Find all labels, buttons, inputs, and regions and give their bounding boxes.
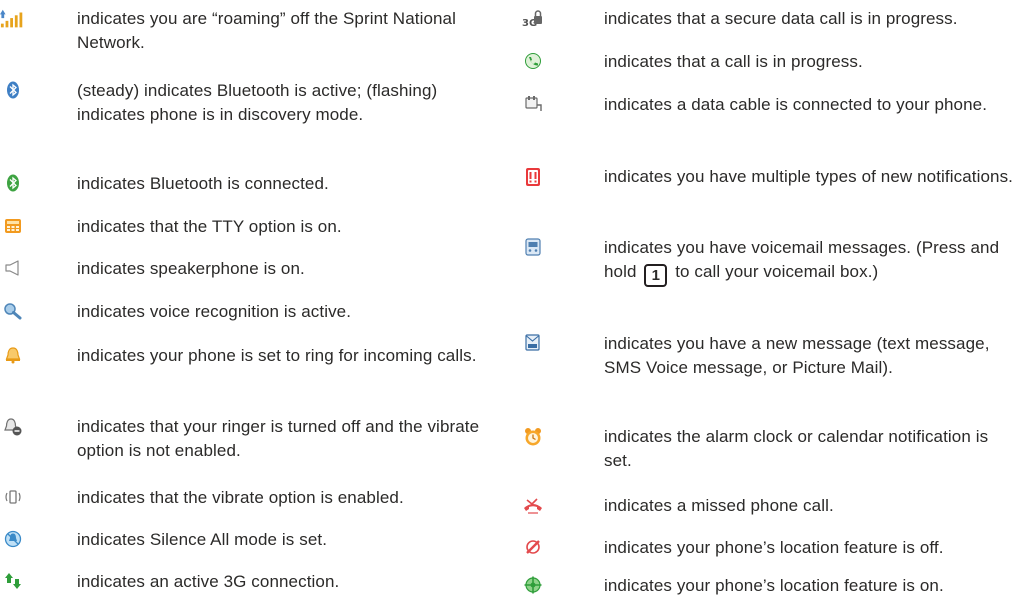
item-text: indicates you have a new message (text m… bbox=[604, 334, 990, 377]
item-text: indicates you are “roaming” off the Spri… bbox=[77, 9, 456, 52]
item-text: indicates your phone’s location feature … bbox=[604, 576, 944, 595]
speakerphone-icon bbox=[0, 259, 26, 281]
item-text: indicates an active 3G connection. bbox=[77, 572, 340, 591]
voicemail-icon bbox=[520, 238, 546, 260]
item-text: indicates voice recognition is active. bbox=[77, 302, 352, 321]
silence-all-icon bbox=[0, 530, 26, 552]
call-in-progress-icon bbox=[520, 52, 546, 74]
item-text: indicates your phone’s location feature … bbox=[604, 538, 944, 557]
ringer-bell-icon bbox=[0, 346, 26, 368]
item-text: indicates your phone is set to ring for … bbox=[77, 346, 477, 365]
item-text: indicates Bluetooth is connected. bbox=[77, 174, 329, 193]
voice-recognition-icon bbox=[0, 302, 26, 324]
location-off-icon bbox=[520, 538, 546, 560]
voicemail-text-end: to call your voicemail box.) bbox=[675, 262, 879, 281]
roaming-signal-icon bbox=[0, 9, 26, 31]
secure-data-call-icon: 3G bbox=[520, 9, 546, 31]
item-text: indicates you have voicemail messages. (… bbox=[604, 236, 1020, 287]
item-text: (steady) indicates Bluetooth is active; … bbox=[77, 81, 438, 124]
ringer-off-icon bbox=[0, 417, 26, 439]
bluetooth-active-icon bbox=[0, 81, 26, 103]
item-text: indicates that a secure data call is in … bbox=[604, 9, 958, 28]
vibrate-icon bbox=[0, 488, 26, 510]
data-cable-icon bbox=[520, 95, 546, 117]
item-text: indicates that the vibrate option is ena… bbox=[77, 488, 404, 507]
tty-icon bbox=[0, 217, 26, 239]
item-text: indicates that your ringer is turned off… bbox=[77, 417, 480, 460]
alarm-clock-icon bbox=[520, 427, 546, 449]
item-text: indicates you have multiple types of new… bbox=[604, 167, 1014, 186]
new-message-icon bbox=[520, 334, 546, 356]
location-on-icon bbox=[520, 576, 546, 598]
missed-call-icon bbox=[520, 496, 546, 518]
item-text: indicates that the TTY option is on. bbox=[77, 217, 342, 236]
item-text: indicates the alarm clock or calendar no… bbox=[604, 427, 989, 470]
item-text: indicates a missed phone call. bbox=[604, 496, 834, 515]
3g-connection-icon bbox=[0, 572, 26, 594]
bluetooth-connected-icon bbox=[0, 174, 26, 196]
multiple-notifications-icon bbox=[520, 167, 546, 189]
item-text: indicates Silence All mode is set. bbox=[77, 530, 328, 549]
key-1-button: 1 bbox=[644, 264, 668, 287]
item-text: indicates a data cable is connected to y… bbox=[604, 95, 988, 114]
item-text: indicates that a call is in progress. bbox=[604, 52, 863, 71]
item-text: indicates speakerphone is on. bbox=[77, 259, 305, 278]
